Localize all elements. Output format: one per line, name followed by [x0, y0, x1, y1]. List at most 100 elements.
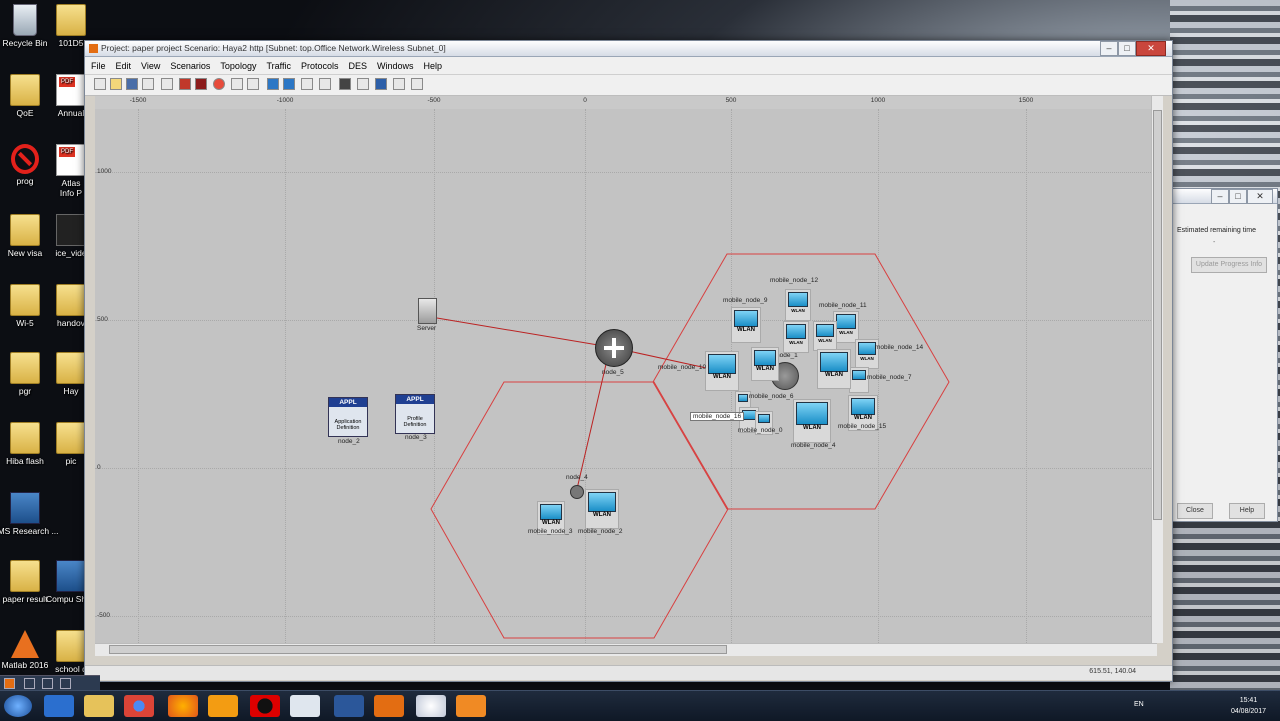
- maximize-button[interactable]: □: [1229, 189, 1247, 204]
- object-palette-icon[interactable]: [161, 78, 173, 90]
- menu-topology[interactable]: Topology: [220, 61, 256, 71]
- opera-icon[interactable]: [250, 695, 280, 717]
- video-icon: [56, 214, 86, 246]
- profile-definition-node[interactable]: APPL Profile Definition: [395, 394, 435, 434]
- menu-help[interactable]: Help: [424, 61, 443, 71]
- ruler-tick: 1500: [1018, 97, 1034, 104]
- application-definition-node[interactable]: APPL Application Definition: [328, 397, 368, 437]
- menu-protocols[interactable]: Protocols: [301, 61, 339, 71]
- print-icon[interactable]: [142, 78, 154, 90]
- media-player-icon[interactable]: [208, 695, 238, 717]
- monitor-icon: [758, 414, 770, 423]
- appl-badge: APPL: [396, 395, 434, 404]
- fail-node-icon[interactable]: [195, 78, 207, 90]
- mobile-node-label: mobile_node_6: [749, 393, 794, 400]
- chrome-icon[interactable]: [124, 695, 154, 717]
- zoom-in-icon[interactable]: [231, 78, 243, 90]
- tools-icon[interactable]: [393, 78, 405, 90]
- language-indicator[interactable]: EN: [1134, 701, 1144, 708]
- wlan-tag: WLAN: [860, 356, 874, 361]
- new-icon[interactable]: [94, 78, 106, 90]
- import-traffic-icon[interactable]: [283, 78, 295, 90]
- server-icon[interactable]: [418, 298, 437, 324]
- monitor-icon: [786, 324, 806, 339]
- dialog-help-button[interactable]: Help: [1229, 503, 1265, 519]
- wlan-station[interactable]: WLAN: [751, 347, 779, 381]
- minimize-button[interactable]: –: [1100, 41, 1118, 56]
- view-results-icon[interactable]: [319, 78, 331, 90]
- mobile-node-station[interactable]: [849, 367, 869, 393]
- opnet-alt-icon[interactable]: [456, 695, 486, 717]
- mobile-node-label: mobile_node_10: [658, 364, 707, 371]
- configure-traffic-icon[interactable]: [267, 78, 279, 90]
- minimized-window-bar[interactable]: [0, 675, 100, 691]
- firefox-icon[interactable]: [168, 695, 198, 717]
- zoom-out-icon[interactable]: [247, 78, 259, 90]
- teamviewer-icon[interactable]: [290, 695, 320, 717]
- menu-des[interactable]: DES: [349, 61, 368, 71]
- horizontal-ruler: -1500 -1000 -500 0 500 1000 1500: [95, 96, 1157, 110]
- minimize-button[interactable]: –: [1211, 189, 1229, 204]
- maximize-button[interactable]: □: [1118, 41, 1136, 56]
- clock-time: 15:41: [1239, 697, 1258, 704]
- monitor-icon: [754, 350, 776, 366]
- dialog-close-button[interactable]: Close: [1177, 503, 1213, 519]
- run-simulation-icon[interactable]: [339, 78, 351, 90]
- vertical-scrollbar[interactable]: [1151, 96, 1163, 643]
- mobile-node-station[interactable]: WLAN: [785, 289, 811, 321]
- open-icon[interactable]: [110, 78, 122, 90]
- horizontal-scroll-thumb[interactable]: [109, 645, 727, 654]
- folder-icon: [56, 284, 86, 316]
- monitor-icon: [738, 394, 748, 402]
- file-explorer-icon[interactable]: [84, 695, 114, 717]
- wlan-station[interactable]: WLAN: [813, 321, 837, 351]
- monitor-icon: [820, 352, 848, 372]
- menu-edit[interactable]: Edit: [116, 61, 132, 71]
- router-icon[interactable]: [595, 329, 633, 367]
- maximize-button[interactable]: [42, 678, 53, 689]
- vertical-scroll-thumb[interactable]: [1153, 110, 1162, 520]
- menu-traffic[interactable]: Traffic: [266, 61, 291, 71]
- close-button[interactable]: ✕: [1136, 41, 1166, 56]
- check-links-icon[interactable]: [179, 78, 191, 90]
- hide-graphs-icon[interactable]: [357, 78, 369, 90]
- horizontal-scrollbar[interactable]: [95, 643, 1157, 656]
- topology-icon[interactable]: [375, 78, 387, 90]
- word-icon[interactable]: [334, 695, 364, 717]
- choose-statistics-icon[interactable]: [301, 78, 313, 90]
- wlan-tag: WLAN: [825, 372, 843, 378]
- close-button[interactable]: [60, 678, 71, 689]
- menu-windows[interactable]: Windows: [377, 61, 414, 71]
- wlan-station[interactable]: WLAN: [783, 321, 809, 353]
- mobile-node-station[interactable]: WLAN: [731, 307, 761, 343]
- access-point-node-4[interactable]: [570, 485, 584, 499]
- mobile-node-label: mobile_node_16: [690, 412, 745, 421]
- menu-scenarios[interactable]: Scenarios: [170, 61, 210, 71]
- itunes-icon[interactable]: [416, 695, 446, 717]
- grid-icon[interactable]: [411, 78, 423, 90]
- computer-icon: [56, 560, 86, 592]
- ruler-tick: -1500: [129, 97, 147, 104]
- recover-icon[interactable]: [213, 78, 225, 90]
- wlan-station[interactable]: WLAN: [817, 349, 851, 389]
- menu-view[interactable]: View: [141, 61, 160, 71]
- save-icon[interactable]: [126, 78, 138, 90]
- system-clock[interactable]: 15:41 04/08/2017: [1231, 695, 1266, 717]
- monitor-icon: [796, 402, 828, 425]
- start-button[interactable]: [4, 695, 32, 717]
- mobile-node-station[interactable]: WLAN: [705, 351, 739, 391]
- menu-file[interactable]: File: [91, 61, 106, 71]
- close-button[interactable]: ✕: [1247, 189, 1273, 204]
- network-canvas[interactable]: 1000 500 0 -500 Server node_5 APPL Appli…: [95, 109, 1157, 643]
- restore-button[interactable]: [24, 678, 35, 689]
- internet-explorer-icon[interactable]: [44, 695, 74, 717]
- taskbar: EN 15:41 04/08/2017: [0, 690, 1280, 721]
- mobile-node-station[interactable]: WLAN: [793, 399, 831, 443]
- desktop-icon-cms-research[interactable]: CMS Research ...: [0, 492, 62, 536]
- mobile-node-station[interactable]: WLAN: [585, 489, 619, 529]
- opnet-icon[interactable]: [374, 695, 404, 717]
- update-progress-button[interactable]: Update Progress Info: [1191, 257, 1267, 273]
- toolbar: [85, 75, 1172, 96]
- ruler-tick: 500: [725, 97, 737, 104]
- wlan-tag: WLAN: [542, 520, 560, 526]
